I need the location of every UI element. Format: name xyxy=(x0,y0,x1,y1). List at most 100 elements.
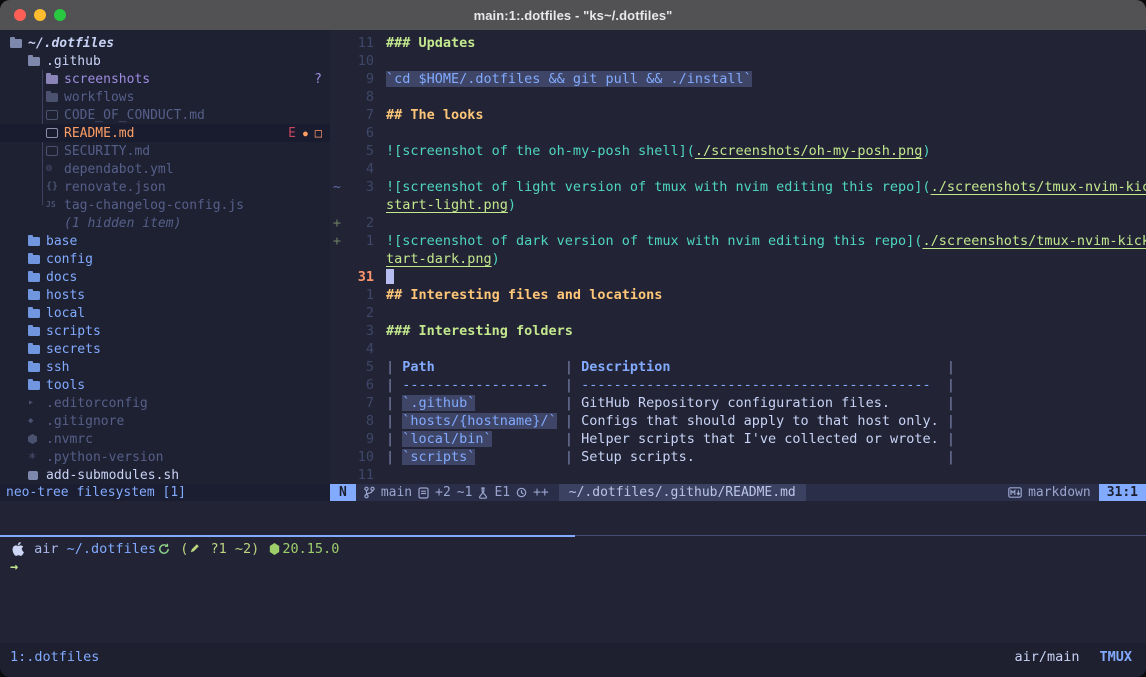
tree-item-secrets[interactable]: secrets xyxy=(0,340,330,358)
editor-line[interactable]: 11### Updates xyxy=(330,34,1146,52)
tree-item-github[interactable]: .github xyxy=(0,52,330,70)
editor-line[interactable]: 2 xyxy=(330,304,1146,322)
tree-item-label: hosts xyxy=(46,288,85,303)
tree-item-label: base xyxy=(46,234,77,249)
tree-item-editorconfig[interactable]: ▸.editorconfig xyxy=(0,394,330,412)
tree-item-label: (1 hidden item) xyxy=(64,216,181,231)
folder-icon xyxy=(28,380,46,390)
tree-item-nvmrc[interactable]: .nvmrc xyxy=(0,430,330,448)
doc-icon xyxy=(46,110,64,120)
zoom-button[interactable] xyxy=(54,9,66,21)
tree-item-label: SECURITY.md xyxy=(64,144,150,159)
gutter-sign xyxy=(330,142,344,160)
editor-line[interactable]: ~3![screenshot of light version of tmux … xyxy=(330,178,1146,196)
editor-line[interactable]: +2 xyxy=(330,214,1146,232)
editor-line[interactable]: 8 xyxy=(330,88,1146,106)
tree-item-gitignore[interactable]: ◆.gitignore xyxy=(0,412,330,430)
editor-line[interactable]: +1![screenshot of dark version of tmux w… xyxy=(330,232,1146,250)
editor-line[interactable]: 7## The looks xyxy=(330,106,1146,124)
tree-item-dependabot-yml[interactable]: ⚙dependabot.yml xyxy=(0,160,330,178)
prompt-input-line[interactable]: → xyxy=(10,558,1146,576)
tree-item-readme-md[interactable]: README.mdE●□ xyxy=(0,124,330,142)
tree-item-label: local xyxy=(46,306,85,321)
tree-item-base[interactable]: base xyxy=(0,232,330,250)
status-badge: □ xyxy=(315,126,322,140)
tree-item-security-md[interactable]: SECURITY.md xyxy=(0,142,330,160)
tree-item-tools[interactable]: tools xyxy=(0,376,330,394)
line-number: 3 xyxy=(344,178,374,196)
window-title: main:1:.dotfiles - "ks~/.dotfiles" xyxy=(0,8,1146,23)
gutter-sign: + xyxy=(330,232,344,250)
editor-line[interactable]: 3### Interesting folders xyxy=(330,322,1146,340)
line-text: tart-dark.png) xyxy=(374,250,500,268)
editor-line[interactable]: 6 xyxy=(330,124,1146,142)
doc-icon xyxy=(46,128,64,138)
tree-item-config[interactable]: config xyxy=(0,250,330,268)
gutter-sign xyxy=(330,88,344,106)
tree-item-code-of-conduct-md[interactable]: CODE_OF_CONDUCT.md xyxy=(0,106,330,124)
line-number: 9 xyxy=(344,430,374,448)
tree-item-screenshots[interactable]: screenshots? xyxy=(0,70,330,88)
gear-icon: ⚙ xyxy=(46,164,64,174)
gutter-sign xyxy=(330,448,344,466)
editor-line[interactable]: start-light.png) xyxy=(330,196,1146,214)
close-button[interactable] xyxy=(14,9,26,21)
editor-line[interactable]: 9`cd $HOME/.dotfiles && git pull && ./in… xyxy=(330,70,1146,88)
line-text xyxy=(374,340,386,358)
terminal-window: main:1:.dotfiles - "ks~/.dotfiles" ~/.do… xyxy=(0,0,1146,677)
folder-icon xyxy=(28,308,46,318)
editor-line[interactable]: 7| `.github` | GitHub Repository configu… xyxy=(330,394,1146,412)
editor-line[interactable]: tart-dark.png) xyxy=(330,250,1146,268)
editor-line-current[interactable]: 31 xyxy=(330,268,1146,286)
tmux-window-label[interactable]: 1:.dotfiles xyxy=(10,649,99,665)
tree-item-1-hidden-item[interactable]: (1 hidden item) xyxy=(0,214,330,232)
line-text: ### Updates xyxy=(374,34,475,52)
flask-icon xyxy=(478,487,488,499)
line-text xyxy=(374,304,386,322)
editor-line[interactable]: 5![screenshot of the oh-my-posh shell](.… xyxy=(330,142,1146,160)
line-text xyxy=(374,466,386,484)
tree-item-ssh[interactable]: ssh xyxy=(0,358,330,376)
tree-item-tag-changelog-config-js[interactable]: JStag-changelog-config.js xyxy=(0,196,330,214)
tree-item-hosts[interactable]: hosts xyxy=(0,286,330,304)
tree-item-docs[interactable]: docs xyxy=(0,268,330,286)
tree-item-label: .gitignore xyxy=(46,414,124,429)
tree-item-label: renovate.json xyxy=(64,180,166,195)
tree-item-local[interactable]: local xyxy=(0,304,330,322)
shell-pane[interactable]: air ~/.dotfiles ( ?1 ~2) 20.15.0 → xyxy=(0,537,1146,643)
editor-line[interactable]: 5| Path | Description | xyxy=(330,358,1146,376)
folder-icon xyxy=(28,290,46,300)
prompt-cwd: ~/.dotfiles xyxy=(67,540,156,558)
editor-line[interactable]: 4 xyxy=(330,160,1146,178)
editor-line[interactable]: 10 xyxy=(330,52,1146,70)
minimize-button[interactable] xyxy=(34,9,46,21)
editor-line[interactable]: 1## Interesting files and locations xyxy=(330,286,1146,304)
cursor-position: 31:1 xyxy=(1099,484,1146,501)
editor-line[interactable]: 6| ------------------ | ----------------… xyxy=(330,376,1146,394)
script-icon xyxy=(28,471,46,480)
tree-item-label: .nvmrc xyxy=(46,432,93,447)
folder-icon xyxy=(28,344,46,354)
editor-line[interactable]: 9| `local/bin` | Helper scripts that I'v… xyxy=(330,430,1146,448)
editor-line[interactable]: 10| `scripts` | Setup scripts. | xyxy=(330,448,1146,466)
line-text: ## The looks xyxy=(374,106,484,124)
nvim-pane: ~/.dotfiles.githubscreenshots?workflowsC… xyxy=(0,30,1146,535)
line-number: 10 xyxy=(344,52,374,70)
tree-item-python-version[interactable]: *.python-version xyxy=(0,448,330,466)
editor-line[interactable]: 4 xyxy=(330,340,1146,358)
line-number: 2 xyxy=(344,304,374,322)
tree-item-add-submodules-sh[interactable]: add-submodules.sh xyxy=(0,466,330,484)
tree-item-dotfiles[interactable]: ~/.dotfiles xyxy=(0,34,330,52)
editor-line[interactable]: 11 xyxy=(330,466,1146,484)
tree-item-scripts[interactable]: scripts xyxy=(0,322,330,340)
editor-buffer[interactable]: 11### Updates 10 9`cd $HOME/.dotfiles &&… xyxy=(330,30,1146,484)
folder-icon xyxy=(28,272,46,282)
tree-item-renovate-json[interactable]: {}renovate.json xyxy=(0,178,330,196)
tree-item-workflows[interactable]: workflows xyxy=(0,88,330,106)
gutter-sign xyxy=(330,70,344,88)
editor-line[interactable]: 8| `hosts/{hostname}/` | Configs that sh… xyxy=(330,412,1146,430)
tree-item-label: ~/.dotfiles xyxy=(28,36,114,51)
refresh-icon xyxy=(158,543,170,555)
line-number: 8 xyxy=(344,412,374,430)
git-status-badges: ? xyxy=(314,72,322,87)
